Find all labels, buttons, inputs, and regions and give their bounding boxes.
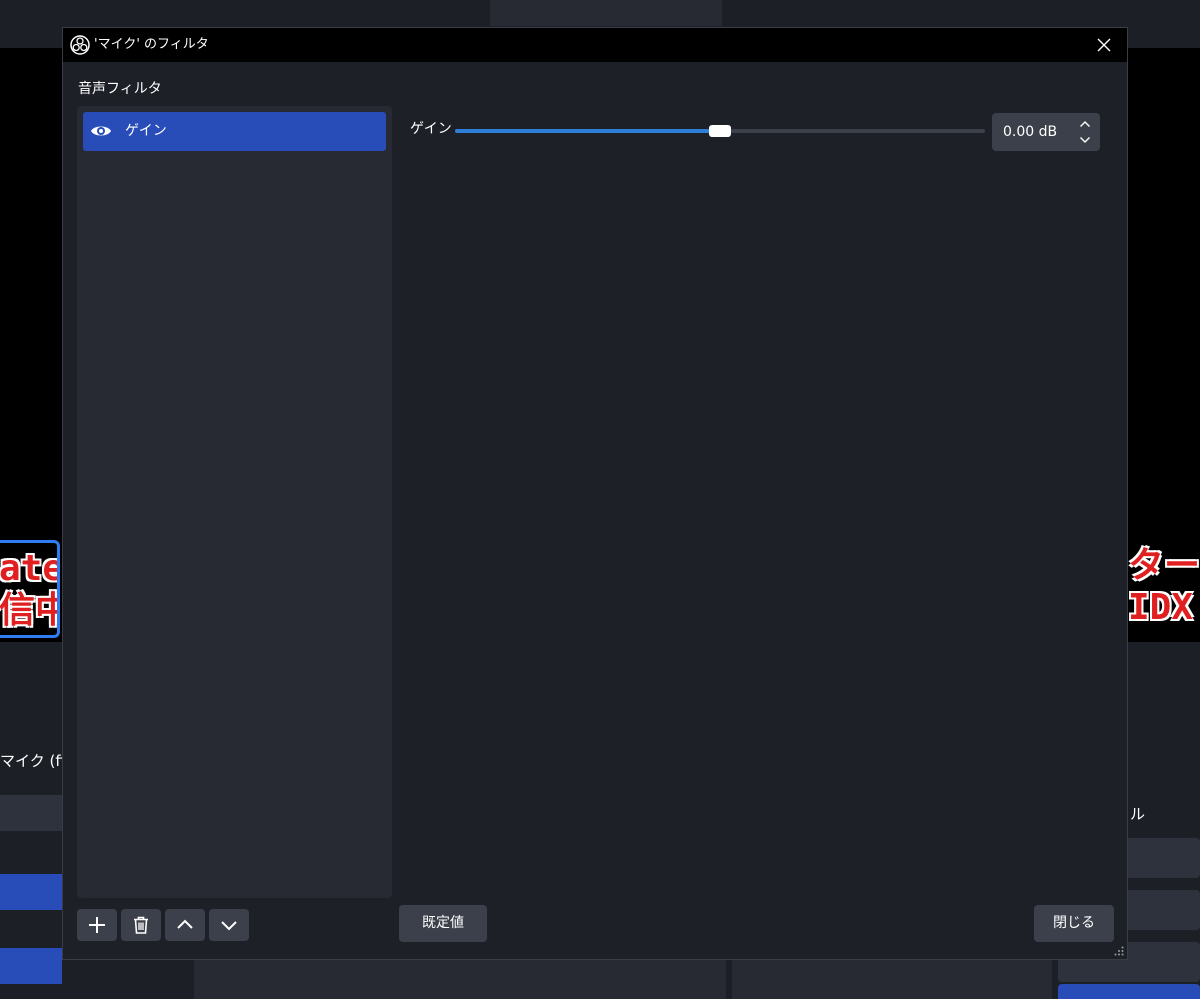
move-filter-up-button[interactable] [165, 909, 205, 941]
source-row-selected[interactable] [0, 948, 62, 984]
audio-filters-heading: 音声フィルタ [78, 81, 162, 97]
gain-label: ゲイン [410, 121, 452, 137]
move-filter-down-button[interactable] [209, 909, 249, 941]
plus-icon [89, 917, 105, 933]
spin-down-button[interactable] [1076, 132, 1094, 148]
overlay-right-line-2: IDX [1128, 587, 1194, 628]
spin-up-button[interactable] [1076, 116, 1094, 132]
trash-icon [134, 916, 148, 934]
preview-overlay-left: ate 信中 [0, 540, 60, 638]
controls-button-primary[interactable] [1058, 984, 1200, 999]
chevron-up-icon [177, 919, 193, 929]
gain-slider-handle[interactable] [709, 125, 731, 137]
overlay-right-line-1: ター [1128, 545, 1200, 586]
filter-list[interactable]: ゲイン [77, 106, 392, 898]
window-close-button[interactable] [1081, 28, 1127, 62]
chevron-up-icon [1080, 121, 1090, 127]
close-icon [1097, 38, 1111, 52]
chevron-down-icon [221, 921, 237, 931]
preview-overlay-right: ター IDX [1128, 540, 1200, 638]
overlay-left-line-2: 信中 [0, 590, 57, 631]
main-window-tab[interactable] [490, 0, 722, 26]
close-button[interactable]: 閉じる [1034, 905, 1114, 942]
chevron-down-icon [1080, 137, 1090, 143]
resize-grip-icon[interactable] [1114, 946, 1124, 956]
remove-filter-button[interactable] [121, 909, 161, 941]
gain-slider-fill [455, 129, 720, 133]
controls-dock-label: ル [1130, 805, 1146, 823]
eye-icon[interactable] [90, 122, 112, 140]
source-row[interactable] [0, 795, 62, 831]
dialog-titlebar[interactable]: 'マイク' のフィルタ [63, 28, 1127, 62]
obs-logo-icon [70, 35, 90, 55]
dialog-title: 'マイク' のフィルタ [94, 37, 209, 52]
gain-spinbox[interactable]: 0.00 dB [992, 113, 1100, 151]
gain-value[interactable]: 0.00 dB [1003, 123, 1057, 141]
filter-item-gain[interactable]: ゲイン [83, 112, 386, 151]
overlay-left-line-1: ate [0, 548, 60, 589]
dock-panel [732, 960, 1052, 999]
filter-item-label: ゲイン [125, 123, 167, 139]
gain-slider[interactable] [455, 120, 985, 142]
dock-panel [194, 960, 726, 999]
defaults-button[interactable]: 既定値 [399, 905, 487, 942]
filters-dialog: 'マイク' のフィルタ 音声フィルタ ゲイン ゲイン 0.00 dB 既定値 閉… [62, 27, 1128, 960]
source-row-selected[interactable] [0, 874, 62, 910]
add-filter-button[interactable] [77, 909, 117, 941]
